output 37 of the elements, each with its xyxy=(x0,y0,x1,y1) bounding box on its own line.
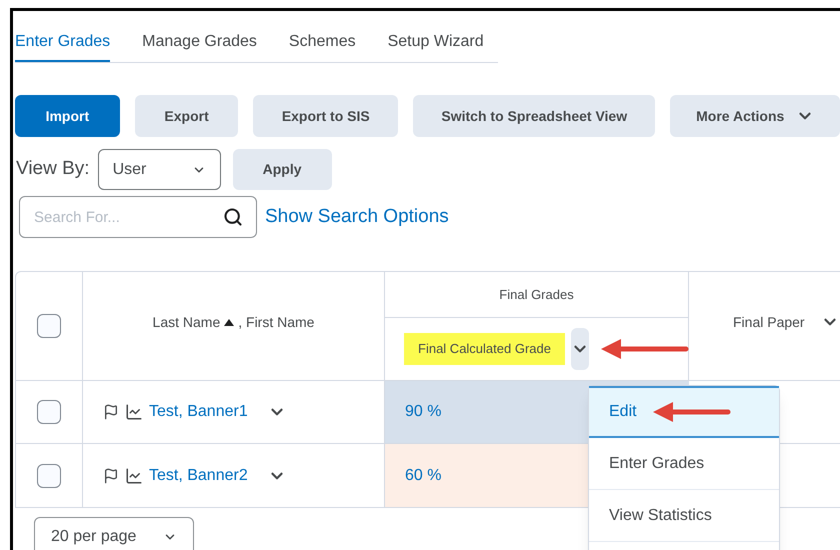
checkbox[interactable] xyxy=(37,314,61,338)
checkbox[interactable] xyxy=(37,400,61,424)
column-header: Final Calculated Grade xyxy=(404,333,565,365)
column-menu-button[interactable] xyxy=(570,328,589,370)
column-header: , First Name xyxy=(238,312,314,332)
search-field[interactable]: Search For... xyxy=(19,196,257,238)
grade-link[interactable]: 60 % xyxy=(405,464,442,488)
view-by-select[interactable]: User xyxy=(98,149,221,190)
more-actions-button[interactable]: More Actions xyxy=(670,95,840,137)
checkbox[interactable] xyxy=(37,464,61,488)
chart-icon xyxy=(125,403,143,421)
grade-link[interactable]: 90 % xyxy=(405,400,442,424)
column-header: Final Paper xyxy=(733,312,805,332)
column-header[interactable]: Last Name xyxy=(152,312,220,332)
student-name-link[interactable]: Test, Banner1 xyxy=(149,400,248,424)
view-by-label: View By: xyxy=(15,157,90,182)
menu-item[interactable]: View Statistics xyxy=(589,490,779,542)
show-search-options-link[interactable]: Show Search Options xyxy=(265,202,449,232)
column-group-header: Final Grades xyxy=(499,286,574,304)
action-button[interactable]: Export to SIS xyxy=(253,95,398,137)
action-button[interactable]: Switch to Spreadsheet View xyxy=(413,95,656,137)
menu-item[interactable]: Enter Grades xyxy=(589,438,779,490)
apply-button[interactable]: Apply xyxy=(232,149,332,190)
per-page-select[interactable]: 20 per page xyxy=(34,517,194,550)
student-name-link[interactable]: Test, Banner2 xyxy=(149,464,248,488)
action-button[interactable]: Import xyxy=(15,95,120,137)
tab[interactable]: Enter Grades xyxy=(15,30,110,62)
flag-icon xyxy=(103,468,119,484)
action-button[interactable]: Export xyxy=(134,95,238,137)
menu-item[interactable]: Edit xyxy=(589,386,779,438)
chart-icon xyxy=(125,466,143,484)
tab[interactable]: Schemes xyxy=(288,30,356,62)
search-icon xyxy=(223,207,243,227)
flag-icon xyxy=(103,404,119,420)
tab[interactable]: Setup Wizard xyxy=(388,30,484,62)
sort-ascending-icon xyxy=(224,318,234,326)
tab[interactable]: Manage Grades xyxy=(142,30,257,62)
